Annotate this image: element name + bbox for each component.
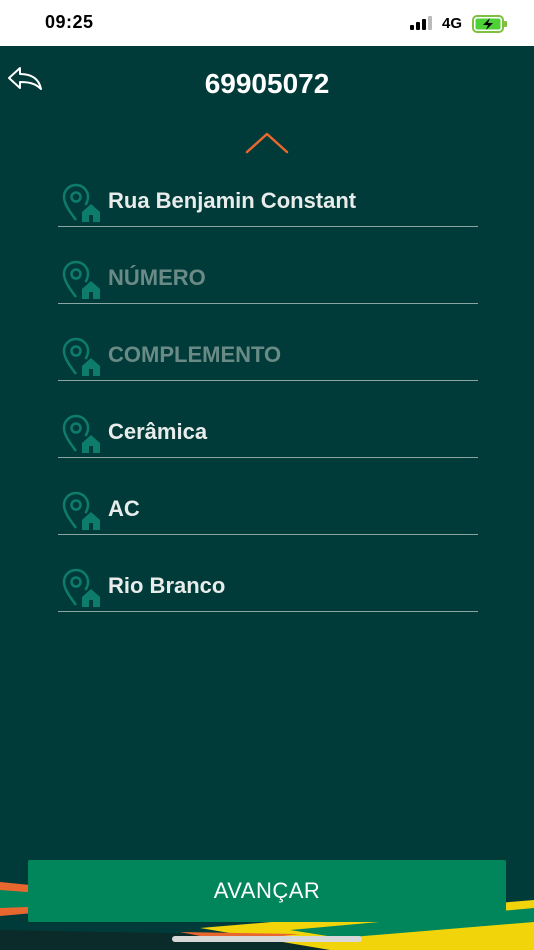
complement-placeholder: COMPLEMENTO xyxy=(108,342,282,367)
status-time: 09:25 xyxy=(45,12,94,32)
complement-field[interactable]: COMPLEMENTO xyxy=(58,334,478,381)
street-field[interactable]: Rua Benjamin Constant xyxy=(58,180,478,227)
street-value: Rua Benjamin Constant xyxy=(108,188,357,213)
page-title: 69905072 xyxy=(204,68,330,99)
state-field[interactable]: AC xyxy=(58,488,478,535)
status-bar: 09:25 4G xyxy=(0,0,534,46)
location-home-icon xyxy=(62,337,100,376)
location-home-icon xyxy=(62,491,100,530)
location-home-icon xyxy=(62,260,100,299)
neighborhood-value: Cerâmica xyxy=(108,419,208,444)
state-value: AC xyxy=(108,496,140,521)
home-indicator[interactable] xyxy=(172,936,362,942)
advance-button[interactable]: AVANÇAR xyxy=(28,860,506,922)
number-placeholder: NÚMERO xyxy=(108,265,206,290)
number-field[interactable]: NÚMERO xyxy=(58,257,478,304)
battery-charging-icon xyxy=(472,15,507,33)
network-type: 4G xyxy=(442,15,463,32)
neighborhood-field[interactable]: Cerâmica xyxy=(58,411,478,458)
city-value: Rio Branco xyxy=(108,573,226,598)
chevron-up-icon[interactable] xyxy=(244,130,290,156)
location-home-icon xyxy=(62,414,100,453)
location-home-icon xyxy=(62,568,100,607)
city-field[interactable]: Rio Branco xyxy=(58,565,478,612)
location-home-icon xyxy=(62,183,100,222)
signal-strength-icon xyxy=(410,16,432,30)
